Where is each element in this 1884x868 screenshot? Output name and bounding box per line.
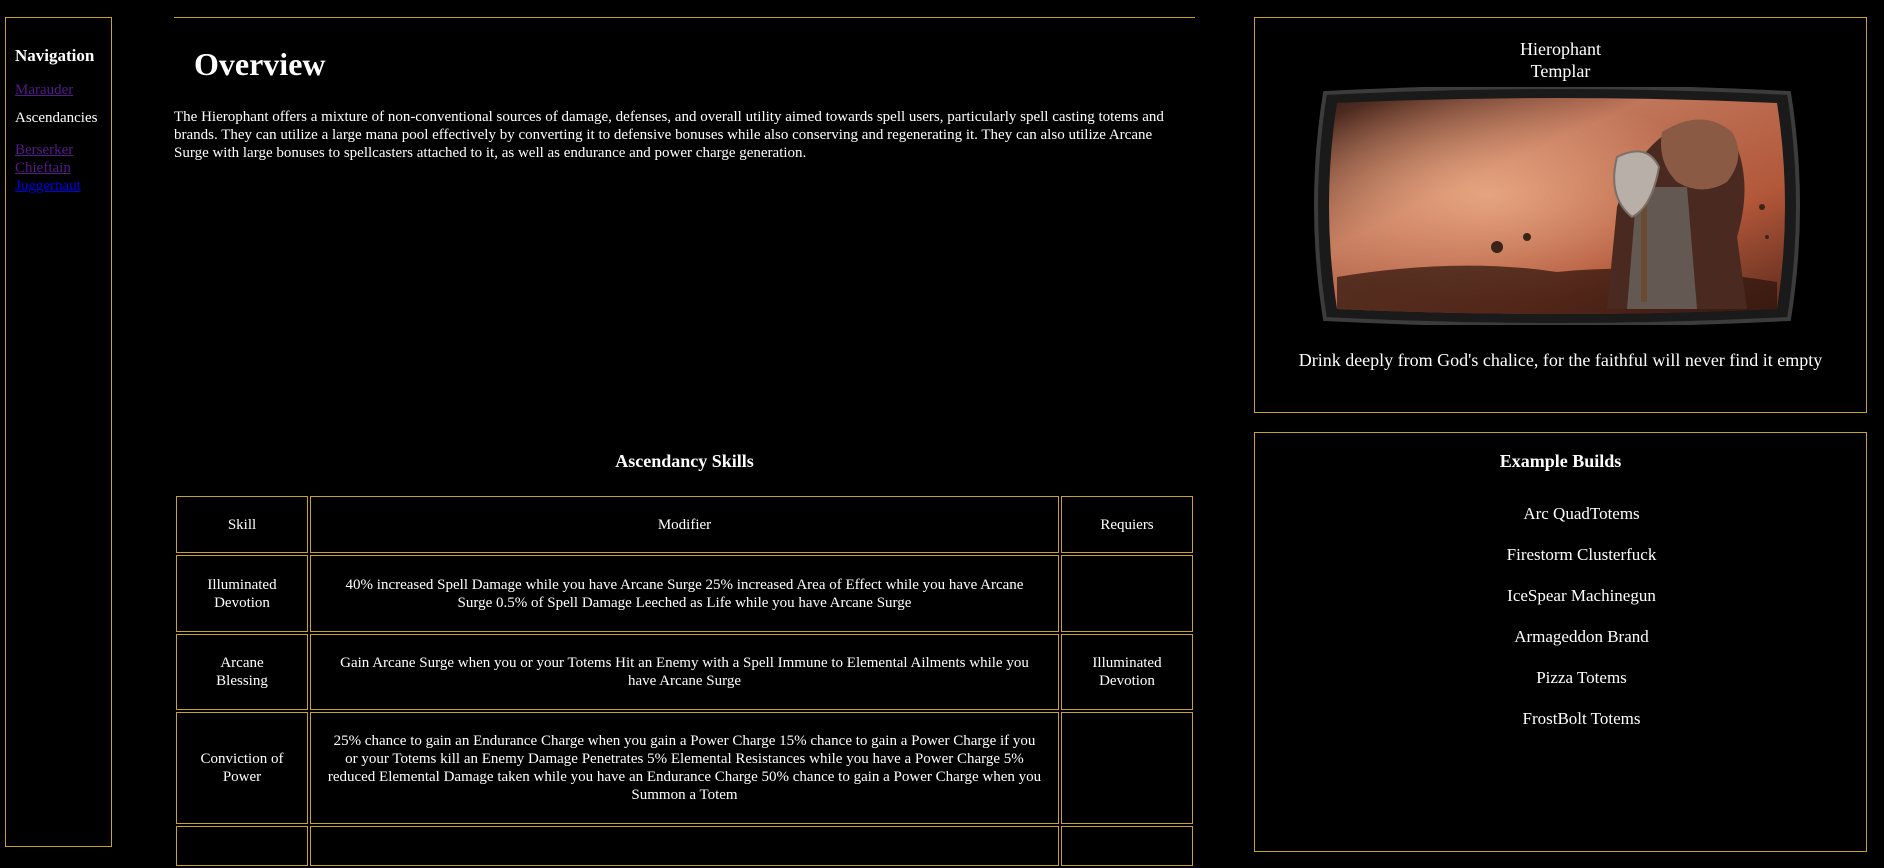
hero-panel: Hierophant Templar Drink deeply from God…: [1254, 17, 1867, 413]
hero-title: Hierophant Templar: [1255, 38, 1866, 82]
column-header-requires: Requiers: [1061, 496, 1193, 553]
skill-cell: Arcane Blessing: [176, 634, 308, 710]
ascendancy-skills-table: Skill Modifier Requiers Illuminated Devo…: [174, 494, 1195, 868]
requires-cell: Illuminated Devotion: [1061, 634, 1193, 710]
navigation-heading: Navigation: [15, 46, 95, 65]
nav-link-berserker[interactable]: Berserker: [15, 141, 111, 159]
example-builds-title: Example Builds: [1499, 451, 1622, 471]
table-header-row: Skill Modifier Requiers: [176, 496, 1193, 553]
nav-ascendancies-label: Ascendancies: [15, 110, 98, 126]
build-link[interactable]: Pizza Totems: [1255, 667, 1868, 688]
table-row: [176, 826, 1193, 866]
table-row: Arcane Blessing Gain Arcane Surge when y…: [176, 634, 1193, 710]
nav-link-marauder[interactable]: Marauder: [15, 81, 111, 99]
column-header-skill: Skill: [176, 496, 308, 553]
hero-portrait-image: [1314, 87, 1800, 325]
skill-cell: Conviction of Power: [176, 712, 308, 824]
builds-list: Arc QuadTotems Firestorm Clusterfuck Ice…: [1255, 503, 1868, 749]
skill-cell: Illuminated Devotion: [176, 555, 308, 632]
hero-class-name: Templar: [1530, 61, 1591, 81]
requires-cell: [1061, 555, 1193, 632]
build-link[interactable]: FrostBolt Totems: [1255, 708, 1868, 729]
hero-quote: Drink deeply from God's chalice, for the…: [1298, 350, 1823, 370]
column-header-modifier: Modifier: [310, 496, 1059, 553]
top-divider: [174, 17, 1195, 18]
hero-ascendancy-name: Hierophant: [1520, 39, 1601, 59]
page-title: Overview: [194, 46, 326, 82]
build-link[interactable]: IceSpear Machinegun: [1255, 585, 1868, 606]
nav-link-chieftain[interactable]: Chieftain: [15, 159, 111, 177]
modifier-cell: 40% increased Spell Damage while you hav…: [310, 555, 1059, 632]
example-builds-panel: Example Builds Arc QuadTotems Firestorm …: [1254, 432, 1867, 852]
nav-link-juggernaut[interactable]: Juggernaut: [15, 177, 111, 195]
table-row: Conviction of Power 25% chance to gain a…: [176, 712, 1193, 824]
build-link[interactable]: Arc QuadTotems: [1255, 503, 1868, 524]
table-row: Illuminated Devotion 40% increased Spell…: [176, 555, 1193, 632]
requires-cell: [1061, 712, 1193, 824]
navigation-sidebar: Navigation Marauder Ascendancies Berserk…: [5, 17, 112, 847]
modifier-cell: 25% chance to gain an Endurance Charge w…: [310, 712, 1059, 824]
modifier-cell: Gain Arcane Surge when you or your Totem…: [310, 634, 1059, 710]
skills-section-title: Ascendancy Skills: [615, 451, 754, 471]
build-link[interactable]: Armageddon Brand: [1255, 626, 1868, 647]
build-link[interactable]: Firestorm Clusterfuck: [1255, 544, 1868, 565]
intro-paragraph: The Hierophant offers a mixture of non-c…: [174, 109, 1164, 161]
